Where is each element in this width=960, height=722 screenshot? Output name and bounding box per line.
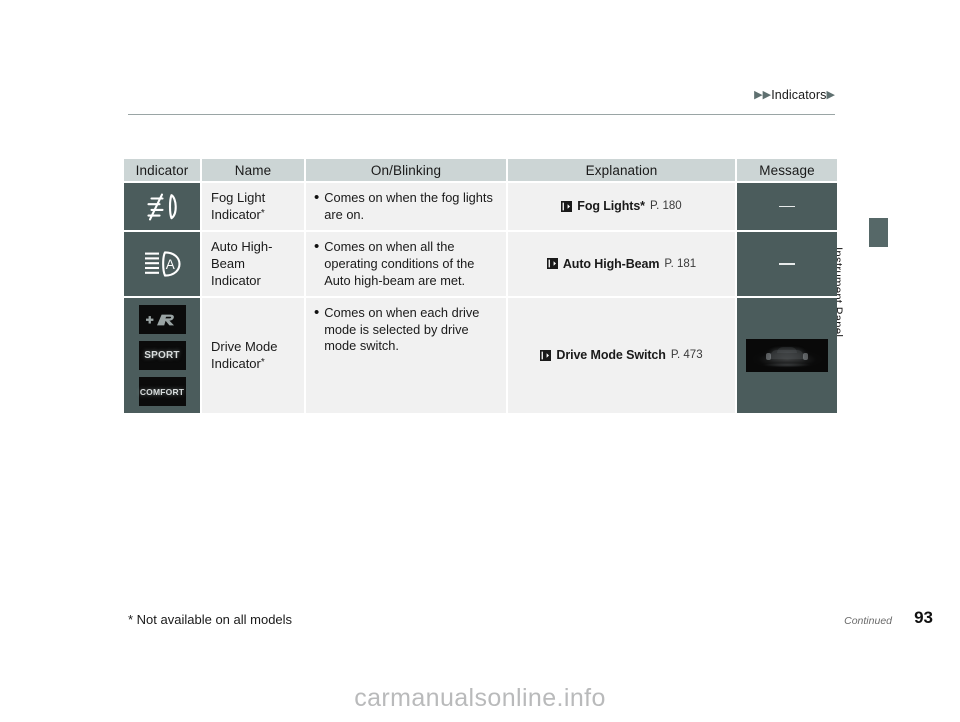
indicators-table: Indicator Name On/Blinking Explanation M… <box>122 157 839 415</box>
reference-link-drive-mode-switch[interactable]: Drive Mode Switch P. 473 <box>540 348 703 363</box>
footnote-star: * <box>260 207 265 219</box>
drive-mode-badges: SPORT COMFORT <box>124 298 200 413</box>
breadcrumb-arrow-right: ▶ <box>826 89 835 101</box>
reference-link-fog-lights[interactable]: Fog Lights* P. 180 <box>561 199 682 214</box>
message-dash <box>779 205 795 208</box>
drive-mode-badge-sport: SPORT <box>138 341 186 371</box>
on-blinking-text: Comes on when the fog lights are on. <box>324 190 493 222</box>
reference-title: Auto High-Beam <box>562 256 660 271</box>
bullet-icon: • <box>314 238 320 256</box>
drive-mode-display-image <box>746 339 828 373</box>
table-row: A Auto High-Beam Indicator • Comes on wh… <box>124 232 837 297</box>
on-blinking-cell-auto-high-beam: • Comes on when all the operating condit… <box>306 232 506 297</box>
reference-page: P. 181 <box>664 257 697 270</box>
explanation-cell-fog-light: Fog Lights* P. 180 <box>508 183 735 231</box>
column-header-explanation: Explanation <box>508 159 735 181</box>
indicator-name-line1: Fog Light <box>211 190 266 205</box>
breadcrumb: ▶▶Indicators▶ <box>754 88 835 102</box>
indicator-name-line2: Indicator <box>211 206 261 222</box>
reference-page: P. 473 <box>670 349 703 362</box>
column-header-message: Message <box>737 159 837 181</box>
on-blinking-text: Comes on when all the operating conditio… <box>324 239 475 288</box>
indicator-name-line2: Indicator <box>211 272 261 288</box>
bullet-icon: • <box>314 189 320 206</box>
breadcrumb-arrow-left-1: ▶ <box>754 89 763 101</box>
bullet-icon: • <box>314 304 320 322</box>
indicator-name-line2: Indicator <box>211 355 261 371</box>
on-blinking-text: Comes on when each drive mode is selecte… <box>324 305 480 354</box>
breadcrumb-label: Indicators <box>771 88 827 102</box>
explanation-cell-drive-mode: Drive Mode Switch P. 473 <box>508 298 735 414</box>
table-row: Fog Light Indicator* • Comes on when the… <box>124 183 837 231</box>
watermark: carmanualsonline.info <box>354 684 606 712</box>
indicator-name-line1: Drive Mode <box>211 339 278 354</box>
page-number: 93 <box>914 608 933 627</box>
page-jump-icon <box>546 258 558 270</box>
page-header: ▶▶Indicators▶ <box>128 88 835 115</box>
indicator-cell-drive-mode: SPORT COMFORT <box>124 298 200 414</box>
reference-page: P. 180 <box>649 200 682 213</box>
page-footnote: * Not available on all models <box>128 612 293 627</box>
on-blinking-cell-drive-mode: • Comes on when each drive mode is selec… <box>306 298 506 414</box>
page-jump-icon <box>540 349 552 361</box>
reference-link-auto-high-beam[interactable]: Auto High-Beam P. 181 <box>546 256 697 271</box>
svg-text:A: A <box>166 257 175 272</box>
breadcrumb-arrow-left-2: ▶ <box>762 89 772 101</box>
side-tab-marker <box>869 218 888 247</box>
indicator-name-line1: Auto High-Beam <box>211 239 273 271</box>
explanation-cell-auto-high-beam: Auto High-Beam P. 181 <box>508 232 735 297</box>
table-row: SPORT COMFORT Drive Mode Indicator* • Co… <box>124 298 837 414</box>
drive-mode-badge-comfort: COMFORT <box>138 377 186 407</box>
continued-label: Continued <box>844 615 892 627</box>
message-cell-fog-light <box>737 183 837 231</box>
indicator-cell-auto-high-beam: A <box>124 232 200 297</box>
reference-title: Drive Mode Switch <box>556 348 666 363</box>
footnote-star: * <box>260 356 265 368</box>
message-dash <box>779 263 795 265</box>
message-cell-drive-mode <box>737 298 837 414</box>
message-cell-auto-high-beam <box>737 232 837 297</box>
name-cell-drive-mode: Drive Mode Indicator* <box>202 298 304 414</box>
name-cell-fog-light: Fog Light Indicator* <box>202 183 304 231</box>
reference-title: Fog Lights* <box>577 199 645 214</box>
on-blinking-cell-fog-light: • Comes on when the fog lights are on. <box>306 183 506 231</box>
column-header-name: Name <box>202 159 304 181</box>
table-header-row: Indicator Name On/Blinking Explanation M… <box>124 159 837 181</box>
auto-high-beam-icon: A <box>124 244 200 284</box>
page-jump-icon <box>561 200 573 212</box>
column-header-on-blinking: On/Blinking <box>306 159 506 181</box>
drive-mode-badge-plus-r <box>138 305 186 335</box>
drive-mode-label: SPORT <box>144 350 180 362</box>
indicator-cell-fog-light <box>124 183 200 231</box>
name-cell-auto-high-beam: Auto High-Beam Indicator <box>202 232 304 297</box>
fog-light-icon <box>124 187 200 227</box>
drive-mode-label: COMFORT <box>139 386 185 397</box>
column-header-indicator: Indicator <box>124 159 200 181</box>
